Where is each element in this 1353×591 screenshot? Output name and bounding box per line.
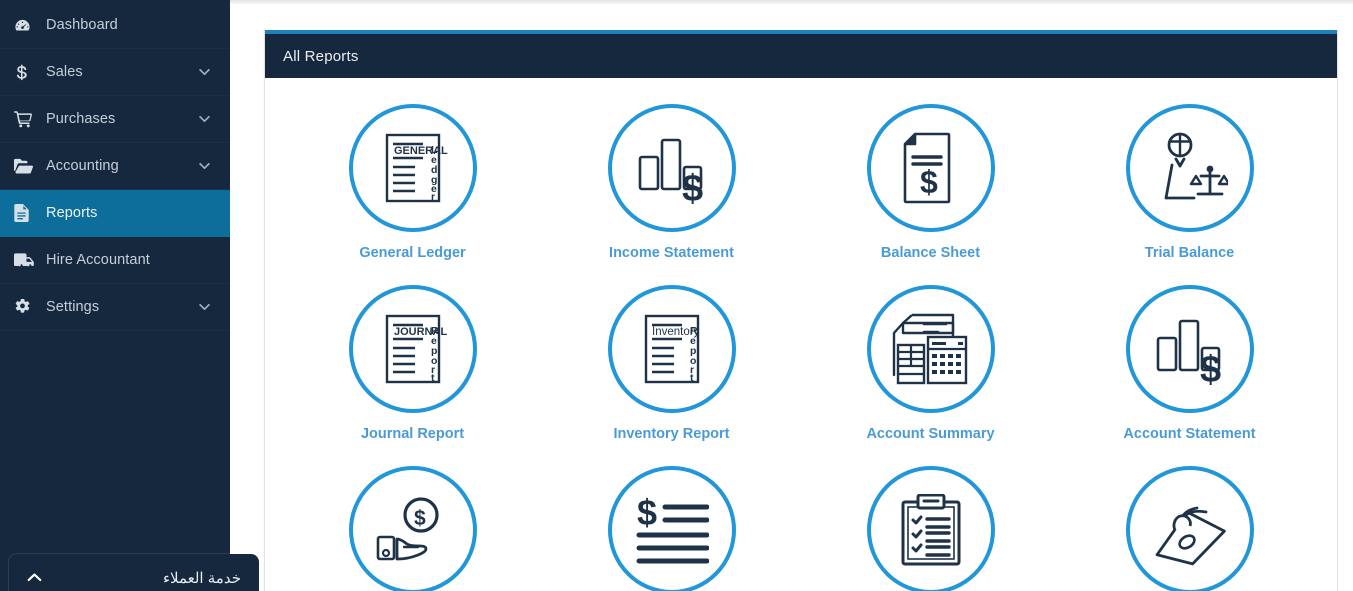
chevron-down-icon[interactable] (199, 303, 210, 311)
content-top-gap (230, 0, 1353, 30)
svg-text:$: $ (920, 164, 938, 200)
dollar-icon (14, 64, 36, 81)
income-statement-icon: $ (607, 104, 736, 232)
report-tile-account-summary[interactable]: Account Summary (801, 285, 1060, 442)
page-title: All Reports (283, 47, 359, 65)
file-icon (14, 204, 36, 222)
report-tile-account-statement[interactable]: $ Account Statement (1060, 285, 1319, 442)
sidebar-item-settings[interactable]: Settings (0, 284, 230, 331)
svg-text:$: $ (414, 507, 426, 530)
truck-icon (14, 252, 36, 268)
report-tile-12[interactable] (1060, 466, 1319, 591)
report-tile-trial-balance[interactable]: Trial Balance (1060, 104, 1319, 261)
report-tile-income-statement[interactable]: $ Income Statement (542, 104, 801, 261)
svg-text:JOURNAL: JOURNAL (394, 326, 447, 338)
card-header: All Reports (265, 34, 1337, 78)
sidebar-item-label: Hire Accountant (46, 252, 150, 268)
svg-text:r: r (431, 191, 435, 203)
report-label: Income Statement (609, 245, 734, 261)
sidebar-item-label: Purchases (46, 111, 116, 127)
sidebar-item-hire-accountant[interactable]: Hire Accountant (0, 237, 230, 284)
report-tile-inventory-report[interactable]: Inventory R e p o r t Inventory Report (542, 285, 801, 442)
app-root: Dashboard Sales Purchases Accounting Rep… (0, 0, 1353, 591)
svg-text:t: t (431, 372, 435, 384)
report-tile-general-ledger[interactable]: GENERAL L e d g e r General Ledger (283, 104, 542, 261)
report-label: Account Statement (1123, 426, 1256, 442)
chevron-down-icon[interactable] (199, 115, 210, 123)
customer-service-label: خدمة العملاء (162, 569, 241, 587)
dashboard-icon (14, 17, 36, 34)
report-label: Account Summary (866, 426, 995, 442)
sidebar-item-label: Settings (46, 299, 100, 315)
report-label: Journal Report (360, 426, 465, 442)
report-label: Balance Sheet (880, 245, 981, 261)
clipboard-check-icon (866, 466, 995, 591)
sidebar-item-accounting[interactable]: Accounting (0, 143, 230, 190)
main-content: All Reports GENERAL L e d g e r General … (230, 0, 1353, 591)
svg-text:$: $ (637, 495, 657, 533)
general-ledger-icon: GENERAL L e d g e r (348, 104, 477, 232)
customer-service-widget[interactable]: خدمة العملاء (9, 554, 259, 591)
hand-coin-icon: $ (348, 466, 477, 591)
svg-text:$: $ (682, 168, 703, 205)
chevron-up-icon[interactable] (27, 573, 42, 582)
sidebar-item-purchases[interactable]: Purchases (0, 96, 230, 143)
dollar-lines-icon: $ (607, 466, 736, 591)
account-summary-icon (866, 285, 995, 413)
cart-icon (14, 110, 36, 128)
report-label: General Ledger (359, 245, 466, 261)
sidebar-item-label: Reports (46, 205, 98, 221)
report-tile-11[interactable] (801, 466, 1060, 591)
sidebar-nav: Dashboard Sales Purchases Accounting Rep… (0, 2, 230, 331)
report-label: Trial Balance (1144, 245, 1235, 261)
svg-text:t: t (690, 372, 694, 384)
svg-text:$: $ (1200, 349, 1221, 386)
balance-sheet-icon: $ (866, 104, 995, 232)
sidebar-item-label: Accounting (46, 158, 119, 174)
all-reports-card: All Reports GENERAL L e d g e r General … (264, 30, 1338, 591)
card-body: GENERAL L e d g e r General Ledger $ Inc… (265, 78, 1337, 591)
reports-grid: GENERAL L e d g e r General Ledger $ Inc… (283, 104, 1319, 591)
sidebar: Dashboard Sales Purchases Accounting Rep… (0, 0, 230, 591)
report-tile-journal-report[interactable]: JOURNAL R e p o r t Journal Report (283, 285, 542, 442)
report-label: Inventory Report (613, 426, 730, 442)
account-statement-icon: $ (1125, 285, 1254, 413)
report-tile-balance-sheet[interactable]: $ Balance Sheet (801, 104, 1060, 261)
sidebar-item-label: Sales (46, 64, 83, 80)
sidebar-item-dashboard[interactable]: Dashboard (0, 2, 230, 49)
svg-text:GENERAL: GENERAL (394, 145, 448, 157)
report-tile-10[interactable]: $ (542, 466, 801, 591)
report-tile-9[interactable]: $ (283, 466, 542, 591)
sidebar-item-sales[interactable]: Sales (0, 49, 230, 96)
folder-icon (14, 158, 36, 174)
chevron-down-icon[interactable] (199, 162, 210, 170)
inventory-report-icon: Inventory R e p o r t (607, 285, 736, 413)
sidebar-item-label: Dashboard (46, 17, 118, 33)
trial-balance-icon (1125, 104, 1254, 232)
journal-report-icon: JOURNAL R e p o r t (348, 285, 477, 413)
chevron-down-icon[interactable] (199, 68, 210, 76)
sidebar-item-reports[interactable]: Reports (0, 190, 230, 237)
hand-cash-icon (1125, 466, 1254, 591)
gear-icon (14, 298, 36, 316)
